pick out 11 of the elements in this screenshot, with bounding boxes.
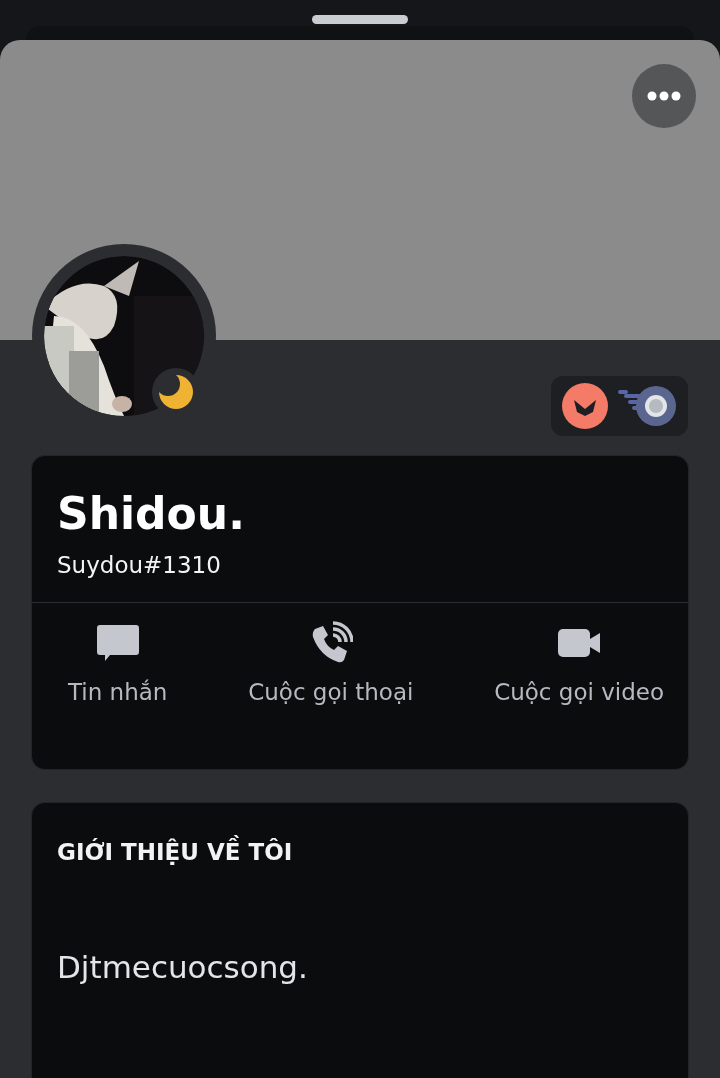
username: Suydou#1310 [57, 552, 222, 580]
badge-icon[interactable] [561, 382, 610, 430]
badge-icon[interactable] [617, 384, 678, 428]
section-title: GIỚI THIỆU VỀ TÔI [57, 835, 688, 870]
about-text: Djtmecuocsong. [57, 947, 309, 987]
drag-handle[interactable] [312, 15, 408, 24]
video-call-button[interactable]: Cuộc gọi video [494, 620, 664, 710]
voice-call-button[interactable]: Cuộc gọi thoại [248, 620, 414, 710]
more-icon [647, 91, 681, 101]
display-name: Shidou. [57, 492, 246, 536]
message-button[interactable]: Tin nhắn [68, 620, 168, 710]
